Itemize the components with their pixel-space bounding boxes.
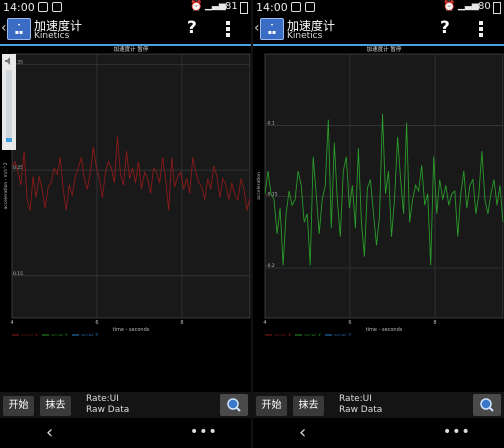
start-button[interactable]: 开始 bbox=[256, 396, 287, 416]
start-button[interactable]: 开始 bbox=[3, 396, 34, 416]
mode-label: Raw Data bbox=[339, 405, 383, 415]
status-time: 14:00 bbox=[256, 1, 288, 14]
legend-item: accel_Y bbox=[51, 333, 68, 336]
rate-info: Rate:UI Raw Data bbox=[86, 394, 129, 416]
alarm-icon: ⏰ bbox=[443, 1, 456, 12]
speaker-icon bbox=[5, 57, 10, 65]
legend-item: accel_Z bbox=[81, 333, 98, 336]
plot-area bbox=[264, 53, 504, 319]
y-tick-label: -0.2 bbox=[266, 263, 275, 269]
signal-icon: ▁▃▅ bbox=[458, 1, 479, 11]
x-tick-label: 8 bbox=[433, 320, 436, 326]
bottom-toolbar: 开始 抹去 Rate:UI Raw Data bbox=[253, 392, 504, 418]
battery-level: 81 bbox=[225, 1, 238, 12]
chart-title: 加速度计 暂停 bbox=[367, 46, 402, 53]
x-tick-label: 6 bbox=[95, 320, 98, 326]
x-axis-label: time - seconds bbox=[113, 327, 150, 333]
alarm-icon: ⏰ bbox=[190, 1, 203, 12]
image-icon bbox=[305, 2, 315, 12]
y-tick-label: -0.1 bbox=[266, 120, 275, 126]
battery-level: 80 bbox=[478, 1, 491, 12]
screen-left: 14:00 ⏰ ▁▃▅ 81 ‹ • ▪▪ 加速度计 Kinetics ? 加速度… bbox=[0, 0, 251, 448]
rate-info: Rate:UI Raw Data bbox=[339, 394, 382, 416]
chart-svg: 加速度计 暂停4 6 80.350.250.15acceleration - m/s… bbox=[3, 45, 251, 339]
legend-item: accel_Y bbox=[304, 333, 321, 336]
x-axis-label: time - seconds bbox=[366, 327, 403, 333]
app-logo[interactable]: • ▪▪ bbox=[7, 18, 31, 40]
clear-button[interactable]: 抹去 bbox=[293, 396, 324, 416]
rate-label: Rate:UI bbox=[86, 394, 119, 404]
rate-label: Rate:UI bbox=[339, 394, 372, 404]
status-bar: 14:00 ⏰ ▁▃▅ 81 bbox=[0, 0, 251, 15]
image-icon bbox=[52, 2, 62, 12]
menu-dots-icon[interactable]: ••• bbox=[443, 424, 471, 440]
back-icon[interactable]: ‹ bbox=[46, 422, 53, 443]
x-tick-label: 6 bbox=[348, 320, 351, 326]
status-bar: 14:00 ⏰ ▁▃▅ 80 bbox=[253, 0, 504, 15]
plot-area bbox=[11, 53, 251, 319]
message-icon bbox=[291, 2, 301, 12]
mode-label: Raw Data bbox=[86, 405, 130, 415]
volume-slider[interactable] bbox=[2, 54, 16, 150]
screen-right: 14:00 ⏰ ▁▃▅ 80 ‹ • ▪▪ 加速度计 Kinetics ? 加速度… bbox=[253, 0, 504, 448]
signal-icon: ▁▃▅ bbox=[205, 1, 226, 11]
zoom-button[interactable] bbox=[473, 394, 501, 416]
magnifier-icon bbox=[480, 398, 494, 412]
battery-icon bbox=[493, 2, 501, 14]
y-axis-label: acceleration bbox=[256, 172, 262, 200]
action-bar: ‹ • ▪▪ 加速度计 Kinetics ? bbox=[253, 15, 504, 46]
overflow-menu-button[interactable] bbox=[225, 21, 231, 39]
up-arrow-icon[interactable]: ‹ bbox=[254, 20, 260, 36]
chart-title: 加速度计 暂停 bbox=[114, 46, 149, 53]
legend-item: accel_X bbox=[21, 333, 38, 336]
x-tick-label: 8 bbox=[180, 320, 183, 326]
accelerometer-chart[interactable]: 加速度计 暂停 4 6 8 -0.1 -0.15 -0.2 acceleration time … bbox=[253, 45, 504, 339]
x-tick-label: 4 bbox=[263, 320, 266, 326]
y-axis-label: acceleration - m/s^2 bbox=[3, 162, 9, 209]
help-button[interactable]: ? bbox=[187, 18, 197, 38]
help-button[interactable]: ? bbox=[440, 18, 450, 38]
overflow-menu-button[interactable] bbox=[478, 21, 484, 39]
app-logo[interactable]: • ▪▪ bbox=[260, 18, 284, 40]
accelerometer-chart[interactable]: 加速度计 暂停 4 6 8 0.35 0.25 0.15 acceleration - m/s… bbox=[0, 45, 251, 339]
app-subtitle: Kinetics bbox=[34, 31, 70, 41]
x-tick-label: 4 bbox=[10, 320, 13, 326]
clear-button[interactable]: 抹去 bbox=[40, 396, 71, 416]
bottom-toolbar: 开始 抹去 Rate:UI Raw Data bbox=[0, 392, 251, 418]
volume-fill bbox=[6, 137, 12, 142]
app-subtitle: Kinetics bbox=[287, 31, 323, 41]
legend-item: accel_Z bbox=[334, 333, 351, 336]
nav-bar: ‹ ••• bbox=[253, 420, 504, 448]
zoom-button[interactable] bbox=[220, 394, 248, 416]
action-bar: ‹ • ▪▪ 加速度计 Kinetics ? bbox=[0, 15, 251, 46]
menu-dots-icon[interactable]: ••• bbox=[190, 424, 218, 440]
legend-item: accel_X bbox=[274, 333, 291, 336]
nav-bar: ‹ ••• bbox=[0, 420, 251, 448]
up-arrow-icon[interactable]: ‹ bbox=[1, 20, 7, 36]
chart-svg: 加速度计 暂停4 6 8-0.1-0.15-0.2accelerationtime … bbox=[256, 45, 504, 339]
y-tick-label: 0.25 bbox=[13, 165, 23, 171]
magnifier-icon bbox=[227, 398, 241, 412]
y-tick-label: 0.15 bbox=[13, 271, 23, 277]
status-time: 14:00 bbox=[3, 1, 35, 14]
message-icon bbox=[38, 2, 48, 12]
battery-icon bbox=[240, 2, 248, 14]
back-icon[interactable]: ‹ bbox=[299, 422, 306, 443]
volume-track bbox=[6, 70, 12, 142]
